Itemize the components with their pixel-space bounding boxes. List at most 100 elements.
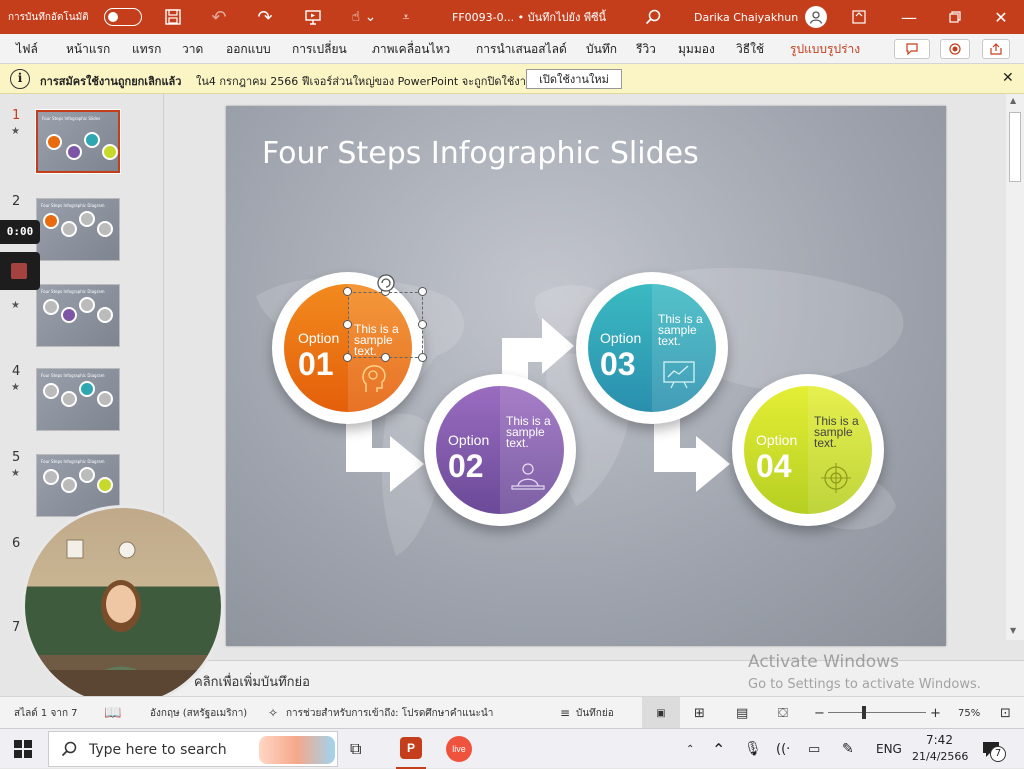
battery-icon[interactable]: ▭: [808, 729, 820, 769]
vertical-scrollbar[interactable]: ▲ ▼: [1006, 94, 1024, 640]
thumb-circle: [61, 391, 77, 407]
slideshow-view-icon[interactable]: ⛋: [778, 697, 788, 729]
tab-help[interactable]: วิธีใช้: [736, 34, 764, 64]
close-icon[interactable]: ✕: [990, 0, 1012, 34]
tab-animations[interactable]: ภาพเคลื่อนไหว: [372, 34, 450, 64]
avatar[interactable]: [804, 0, 828, 34]
record-button[interactable]: [940, 39, 970, 59]
tab-draw[interactable]: วาด: [182, 34, 203, 64]
message-text: ใน4 กรกฎาคม 2566 ฟีเจอร์ส่วนใหญ่ของ Powe…: [196, 75, 534, 88]
live-app-icon[interactable]: live: [446, 729, 472, 769]
step-text[interactable]: This is a sample text.: [658, 313, 716, 347]
thumb-number: 6: [12, 536, 21, 551]
powerpoint-taskbar-icon[interactable]: P: [396, 729, 426, 769]
slide-thumbnail-2[interactable]: Four Steps Infographic Diagram: [36, 198, 120, 261]
slide-thumbnail-3[interactable]: Four Steps Infographic Diagram: [36, 284, 120, 347]
clock-date[interactable]: 21/4/2566: [912, 750, 968, 763]
accessibility-icon[interactable]: ✧: [268, 697, 278, 729]
tab-shape-format[interactable]: รูปแบบรูปร่าง: [790, 34, 860, 64]
task-view-icon[interactable]: ⧉: [350, 729, 361, 769]
tab-design[interactable]: ออกแบบ: [226, 34, 271, 64]
scrollbar-thumb[interactable]: [1009, 112, 1021, 182]
language-indicator[interactable]: ENG: [876, 729, 902, 769]
comments-button[interactable]: [894, 39, 930, 59]
tab-home[interactable]: หน้าแรก: [66, 34, 110, 64]
chevron-up-icon[interactable]: ⌃: [712, 729, 725, 769]
slide-thumbnail-4[interactable]: Four Steps Infographic Diagram: [36, 368, 120, 431]
resize-handle[interactable]: [381, 353, 390, 362]
reading-view-icon[interactable]: ▤: [736, 697, 748, 729]
document-title[interactable]: FF0093-0... • บันทึกไปยัง พีซีนี้: [452, 0, 606, 34]
redo-icon[interactable]: ↷: [252, 0, 278, 34]
clock-time[interactable]: 7:42: [926, 733, 953, 747]
taskbar-search-box[interactable]: Type here to search: [48, 731, 338, 767]
fit-to-window-icon[interactable]: ⊡: [1000, 697, 1011, 729]
zoom-out-icon[interactable]: −: [814, 697, 825, 729]
thumb-circle: [61, 477, 77, 493]
windows-start-icon[interactable]: [14, 729, 32, 769]
save-icon[interactable]: [160, 0, 186, 34]
rotate-handle-icon[interactable]: [376, 273, 396, 293]
language-indicator[interactable]: อังกฤษ (สหรัฐอเมริกา): [150, 697, 247, 729]
tab-insert[interactable]: แทรก: [132, 34, 161, 64]
step-3-disc: Option 03 This is a sample text.: [588, 284, 716, 412]
touch-mode-icon[interactable]: ☝ ⌄: [346, 0, 382, 34]
slide-sorter-icon[interactable]: ⊞: [694, 697, 705, 729]
user-name[interactable]: Darika Chaiyakhun: [694, 0, 798, 34]
stop-recording-button[interactable]: [0, 252, 40, 290]
present-icon[interactable]: [300, 0, 326, 34]
search-icon[interactable]: [640, 0, 666, 34]
scroll-up-icon[interactable]: ▲: [1010, 96, 1016, 105]
resize-handle[interactable]: [343, 353, 352, 362]
zoom-in-icon[interactable]: +: [930, 697, 941, 729]
restore-icon[interactable]: [944, 0, 966, 34]
customize-toolbar-icon[interactable]: ⩡: [396, 0, 416, 34]
slide-thumbnail-1[interactable]: Four Steps Infographic Slides: [35, 109, 121, 174]
hidden-icons-icon[interactable]: ⌃: [686, 729, 694, 769]
zoom-level[interactable]: 75%: [958, 697, 980, 729]
thumb-circle: [84, 132, 100, 148]
ribbon-display-icon[interactable]: [848, 0, 870, 34]
reactivate-button[interactable]: เปิดใช้งานใหม่: [526, 69, 622, 89]
tab-file[interactable]: ไฟล์: [16, 34, 38, 64]
scroll-down-icon[interactable]: ▼: [1010, 626, 1016, 635]
zoom-slider-thumb[interactable]: [862, 706, 866, 719]
notes-icon[interactable]: ≡: [560, 697, 570, 729]
normal-view-icon[interactable]: ▣: [642, 697, 680, 729]
share-button[interactable]: [982, 39, 1010, 59]
autosave-toggle[interactable]: [102, 0, 144, 34]
accessibility-status[interactable]: การช่วยสำหรับการเข้าถึง: โปรดศึกษาคำแนะน…: [286, 697, 493, 729]
notes-button[interactable]: บันทึกย่อ: [576, 697, 614, 729]
minimize-icon[interactable]: —: [898, 0, 920, 34]
zoom-slider[interactable]: [828, 712, 926, 713]
thumb-circle: [79, 381, 95, 397]
resize-handle[interactable]: [418, 320, 427, 329]
tab-record[interactable]: บันทึก: [586, 34, 617, 64]
tab-view[interactable]: มุมมอง: [678, 34, 715, 64]
selection-box[interactable]: [348, 292, 423, 358]
step-4-circle[interactable]: Option 04 This is a sample text.: [732, 374, 884, 526]
step-text[interactable]: This is a sample text.: [814, 415, 872, 449]
chart-board-icon: [663, 361, 695, 389]
slide-canvas[interactable]: Four Steps Infographic Slides Option 01 …: [226, 106, 946, 646]
undo-icon[interactable]: ↶: [206, 0, 232, 34]
notes-placeholder[interactable]: คลิกเพื่อเพิ่มบันทึกย่อ: [194, 671, 310, 692]
tab-review[interactable]: รีวิว: [636, 34, 656, 64]
pen-icon[interactable]: ✎: [842, 729, 854, 769]
resize-handle[interactable]: [343, 287, 352, 296]
tab-transitions[interactable]: การเปลี่ยน: [292, 34, 347, 64]
wifi-icon[interactable]: ((·: [776, 729, 790, 769]
step-3-circle[interactable]: Option 03 This is a sample text.: [576, 272, 728, 424]
thumb-circle: [97, 477, 113, 493]
spelling-book-icon[interactable]: 📖: [104, 697, 121, 729]
tab-slideshow[interactable]: การนำเสนอสไลด์: [476, 34, 567, 64]
slide-title[interactable]: Four Steps Infographic Slides: [262, 136, 699, 171]
step-text[interactable]: This is a sample text.: [506, 415, 564, 449]
microphone-icon[interactable]: 🎙: [744, 729, 762, 769]
resize-handle[interactable]: [418, 287, 427, 296]
step-2-circle[interactable]: Option 02 This is a sample text.: [424, 374, 576, 526]
resize-handle[interactable]: [343, 320, 352, 329]
animation-star-icon: ★: [11, 300, 20, 311]
resize-handle[interactable]: [418, 353, 427, 362]
close-message-icon[interactable]: ✕: [1002, 70, 1014, 86]
